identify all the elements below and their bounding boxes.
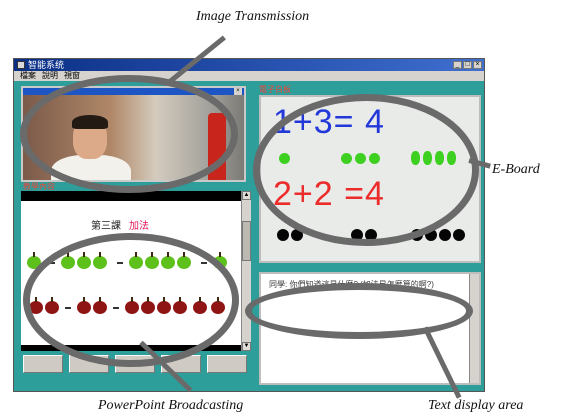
scroll-down-arrow-icon[interactable]: ▼ xyxy=(242,342,251,351)
close-button[interactable]: × xyxy=(473,61,482,69)
video-close-button[interactable]: × xyxy=(234,88,242,95)
menu-item-file[interactable]: 檔案 xyxy=(20,71,36,81)
eboard-caption: E-Board xyxy=(492,162,540,177)
black-dot xyxy=(453,229,465,241)
black-dot xyxy=(439,229,451,241)
maximize-button[interactable]: □ xyxy=(463,61,472,69)
slide-title-lesson: 第三課 xyxy=(91,221,121,232)
text-display-area-caption: Text display area xyxy=(428,398,524,413)
image-transmission-caption: Image Transmission xyxy=(196,9,310,24)
title-bar: 智能系统 _ □ × xyxy=(14,59,484,71)
eboard-section-label: 電子白板 xyxy=(259,85,291,94)
scroll-thumb[interactable] xyxy=(242,221,251,261)
minimize-button[interactable]: _ xyxy=(453,61,462,69)
window-title: 智能系统 xyxy=(28,60,65,70)
menu-item-help[interactable]: 說明 xyxy=(42,71,58,81)
slide-control-button[interactable] xyxy=(207,355,247,373)
scroll-up-arrow-icon[interactable]: ▲ xyxy=(242,191,251,200)
eboard-ellipse xyxy=(253,94,479,246)
black-dot xyxy=(277,229,289,241)
slide-scrollbar[interactable]: ▲ ▼ xyxy=(241,191,251,351)
powerpoint-ellipse xyxy=(23,233,239,367)
text-area-ellipse xyxy=(245,283,473,339)
powerpoint-broadcasting-caption: PowerPoint Broadcasting xyxy=(98,398,244,413)
slide-control-button[interactable] xyxy=(23,355,63,373)
app-icon xyxy=(17,61,25,69)
text-scrollbar[interactable] xyxy=(469,274,479,383)
menu-item-window[interactable]: 視窗 xyxy=(64,71,80,81)
image-transmission-ellipse xyxy=(20,75,238,193)
slide-title: 第三課 加法 xyxy=(91,217,149,232)
slide-title-topic: 加法 xyxy=(129,221,149,232)
